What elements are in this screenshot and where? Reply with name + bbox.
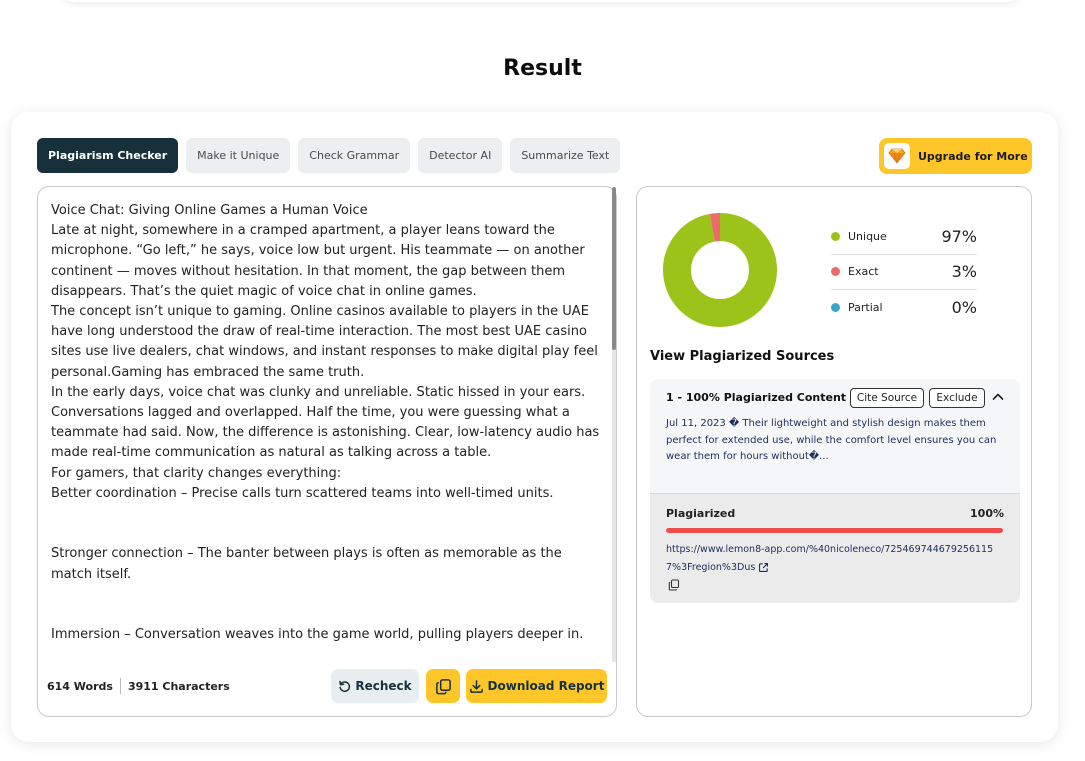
legend-row-partial: Partial 0%	[831, 290, 977, 326]
recheck-button[interactable]: Recheck	[331, 669, 419, 703]
tab-plagiarism-checker[interactable]: Plagiarism Checker	[37, 138, 179, 173]
upgrade-label: Upgrade for More	[918, 149, 1028, 163]
source-url-text: https://www.lemon8-app.com/%40nicoleneco…	[666, 544, 994, 573]
tab-detector-ai[interactable]: Detector AI	[418, 138, 503, 173]
unique-dot	[831, 231, 840, 241]
copy-icon	[435, 678, 451, 694]
external-link-icon[interactable]	[758, 562, 769, 573]
editor-scrollbar-thumb[interactable]	[612, 187, 616, 350]
count-divider	[119, 678, 121, 694]
result-panel: Unique 97% Exact 3% Partial 0% View Plag…	[636, 186, 1032, 717]
legend-label: Unique	[848, 229, 887, 243]
upgrade-button[interactable]: Upgrade for More	[879, 138, 1032, 174]
editor-paragraph: For gamers, that clarity changes everyth…	[51, 465, 342, 481]
editor-paragraph: Immersion – Conversation weaves into the…	[51, 627, 584, 643]
source-heading: 1 - 100% Plagiarized Content	[666, 391, 847, 404]
word-count: 614 Words	[47, 679, 113, 693]
tab-check-grammar[interactable]: Check Grammar	[298, 138, 411, 173]
legend-label: Exact	[848, 265, 879, 279]
copy-url-icon[interactable]	[668, 579, 680, 591]
page-title: Result	[503, 56, 582, 81]
editor-blank-line	[51, 504, 604, 544]
legend-value: 3%	[951, 262, 977, 282]
download-report-button[interactable]: Download Report	[466, 669, 607, 703]
editor-footer: 614 Words 3911 Characters Recheck Downlo…	[47, 669, 607, 703]
tab-make-it-unique[interactable]: Make it Unique	[186, 138, 291, 173]
editor-paragraph: Better coordination – Precise calls turn…	[51, 485, 554, 501]
editor-paragraph: Voice Chat: Giving Online Games a Human …	[51, 203, 368, 218]
plagiarized-progress-bar	[666, 528, 1003, 533]
gem-icon	[888, 148, 906, 164]
plagiarism-donut-chart	[663, 213, 777, 327]
recheck-label: Recheck	[355, 679, 412, 693]
plagiarized-progress-fill	[666, 528, 1003, 533]
source-snippet: Jul 11, 2023 � Their lightweight and sty…	[666, 418, 997, 463]
result-card: Plagiarism Checker Make it Unique Check …	[11, 112, 1058, 742]
legend-row-unique: Unique 97%	[831, 219, 977, 255]
legend-label: Partial	[848, 301, 883, 315]
download-icon	[469, 679, 483, 693]
sources-title: View Plagiarized Sources	[650, 349, 835, 364]
editor-paragraph: Stronger connection – The banter between…	[51, 546, 562, 582]
copy-text-button[interactable]	[426, 669, 460, 703]
legend-value: 97%	[941, 226, 977, 246]
cite-source-button[interactable]: Cite Source	[850, 388, 924, 408]
editor-text[interactable]: Voice Chat: Giving Online Games a Human …	[51, 201, 604, 646]
gem-icon-box	[884, 143, 910, 169]
exact-dot	[831, 267, 840, 277]
text-editor[interactable]: Voice Chat: Giving Online Games a Human …	[37, 186, 617, 717]
character-count: 3911 Characters	[127, 679, 230, 693]
exclude-button[interactable]: Exclude	[929, 388, 985, 408]
text-counts: 614 Words 3911 Characters	[47, 678, 230, 694]
legend-row-exact: Exact 3%	[831, 255, 977, 290]
chevron-up-icon[interactable]	[991, 390, 1005, 404]
source-card: 1 - 100% Plagiarized Content Cite Source…	[650, 379, 1020, 603]
tab-summarize-text[interactable]: Summarize Text	[510, 138, 621, 173]
tool-tabs: Plagiarism Checker Make it Unique Check …	[37, 138, 621, 173]
download-report-label: Download Report	[487, 679, 605, 693]
top-card-edge	[62, 0, 1020, 2]
plagiarized-label: Plagiarized	[666, 507, 736, 520]
legend-value: 0%	[951, 298, 977, 318]
source-match-details: Plagiarized 100% https://www.lemon8-app.…	[650, 493, 1020, 603]
editor-blank-line	[51, 585, 604, 625]
plagiarized-percent: 100%	[970, 507, 1004, 520]
result-legend: Unique 97% Exact 3% Partial 0%	[831, 219, 977, 326]
editor-paragraph: In the early days, voice chat was clunky…	[51, 384, 600, 461]
refresh-icon	[339, 680, 351, 692]
editor-paragraph: Late at night, somewhere in a cramped ap…	[51, 223, 585, 299]
source-url-link[interactable]: https://www.lemon8-app.com/%40nicoleneco…	[666, 541, 996, 577]
partial-dot	[831, 303, 840, 313]
editor-paragraph: The concept isn’t unique to gaming. Onli…	[51, 304, 598, 380]
